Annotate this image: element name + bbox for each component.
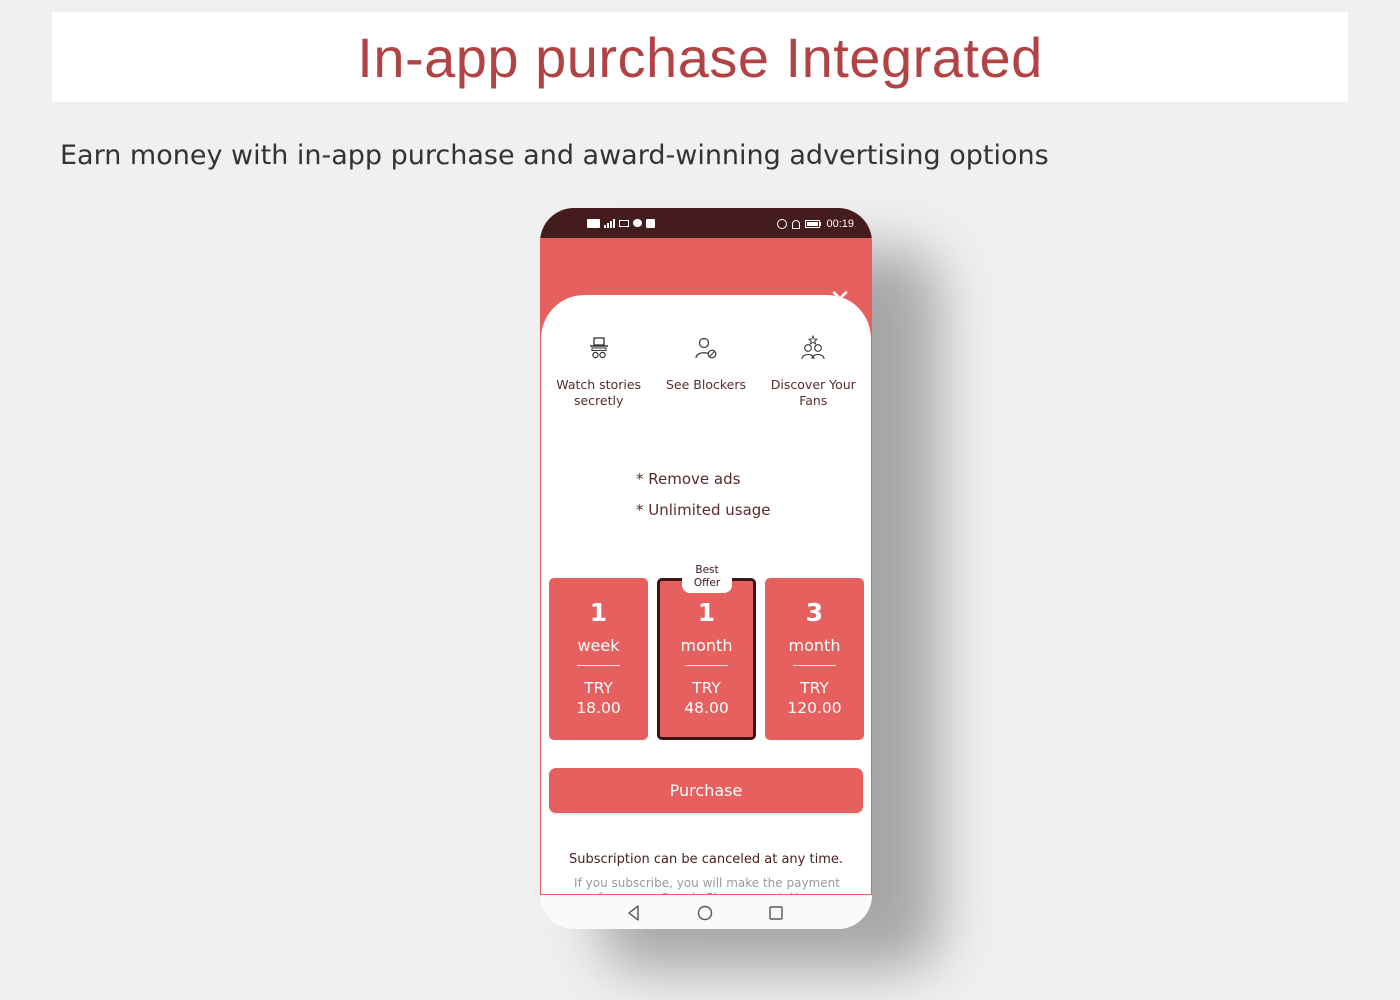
- feature-item: Watch stories secretly: [549, 335, 649, 409]
- phone-mockup: 00:19 ✕ Watch stories secretly: [540, 208, 872, 929]
- benefit-list: * Remove ads * Unlimited usage: [636, 470, 771, 532]
- mail-icon: [619, 219, 629, 227]
- plan-divider: [577, 665, 620, 666]
- best-offer-badge: Best Offer: [682, 563, 732, 593]
- spy-hat-icon: [589, 337, 608, 359]
- plan-price: 48.00: [684, 699, 729, 717]
- purchase-button[interactable]: Purchase: [549, 768, 863, 813]
- plan-unit: month: [788, 636, 841, 655]
- plan-card-3-month[interactable]: 3 month TRY 120.00: [765, 578, 864, 740]
- status-bar: 00:19: [540, 208, 872, 238]
- plan-divider: [685, 665, 728, 666]
- plan-card-1-week[interactable]: 1 week TRY 18.00: [549, 578, 648, 740]
- plan-currency: TRY: [584, 679, 613, 697]
- volte-icon: [587, 218, 600, 228]
- chat-icon: [633, 219, 642, 227]
- feature-label: Watch stories secretly: [556, 377, 642, 408]
- status-left-icons: [587, 218, 655, 228]
- signal-4g-icon: [604, 218, 615, 228]
- feature-item: See Blockers: [656, 335, 756, 409]
- page-title: In-app purchase Integrated: [357, 25, 1043, 89]
- back-icon[interactable]: [625, 904, 643, 922]
- status-time: 00:19: [826, 218, 854, 230]
- android-nav-bar: [540, 894, 872, 929]
- plan-price: 120.00: [787, 699, 842, 717]
- cancel-note: Subscription can be canceled at any time…: [569, 852, 843, 867]
- feature-label: Discover Your Fans: [770, 377, 856, 408]
- home-icon[interactable]: [696, 904, 714, 922]
- subscription-sheet: Watch stories secretly See Blockers Disc…: [540, 295, 872, 905]
- plan-options: 1 week TRY 18.00 1 month TRY 48.00 Best O…: [549, 563, 865, 740]
- plan-amount: 1: [697, 598, 716, 627]
- page-subtitle: Earn money with in-app purchase and awar…: [60, 140, 1049, 171]
- feature-item: Discover Your Fans: [763, 335, 863, 409]
- plan-amount: 3: [805, 598, 824, 627]
- benefit-item: * Remove ads: [636, 470, 741, 488]
- user-blocked-icon: [695, 337, 717, 359]
- feature-list: Watch stories secretly See Blockers Disc…: [541, 335, 871, 409]
- fans-star-icon: [801, 335, 825, 360]
- notification-icon: [646, 218, 655, 228]
- plan-unit: week: [577, 636, 620, 655]
- feature-label: See Blockers: [665, 377, 746, 392]
- bell-off-icon: [791, 219, 800, 229]
- plan-divider: [793, 665, 836, 666]
- plan-card-1-month[interactable]: 1 month TRY 48.00: [657, 578, 756, 740]
- plan-currency: TRY: [800, 679, 829, 697]
- battery-icon: [804, 220, 822, 228]
- benefit-item: * Unlimited usage: [636, 501, 771, 519]
- title-banner: In-app purchase Integrated: [52, 12, 1348, 102]
- plan-amount: 1: [589, 598, 608, 627]
- plan-price: 18.00: [576, 699, 621, 717]
- recents-icon[interactable]: [767, 904, 785, 922]
- status-right-icons: 00:19: [776, 218, 854, 230]
- plan-currency: TRY: [692, 679, 721, 697]
- plan-unit: month: [680, 636, 733, 655]
- alarm-icon: [776, 219, 787, 229]
